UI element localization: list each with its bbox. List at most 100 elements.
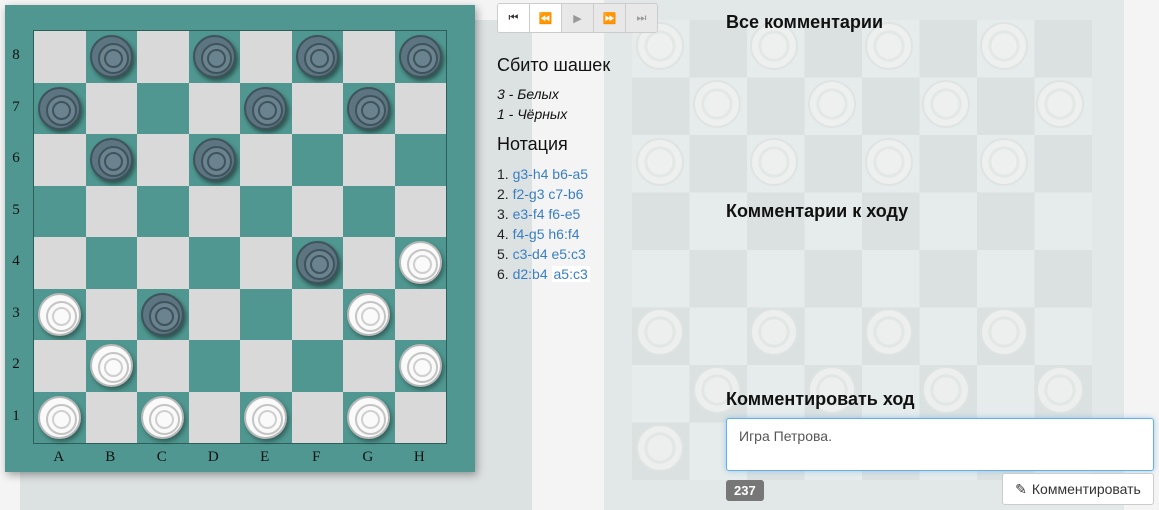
square-c1[interactable] bbox=[137, 391, 189, 443]
square-a8[interactable] bbox=[34, 31, 86, 83]
square-e1[interactable] bbox=[240, 391, 292, 443]
square-h5[interactable] bbox=[394, 185, 446, 237]
square-b3[interactable] bbox=[85, 288, 137, 340]
square-h6[interactable] bbox=[394, 134, 446, 186]
square-a2[interactable] bbox=[34, 340, 86, 392]
prev-move-button[interactable]: ⏪ bbox=[530, 4, 562, 32]
black-checker[interactable] bbox=[295, 35, 339, 78]
black-checker[interactable] bbox=[38, 86, 81, 130]
square-f2[interactable] bbox=[291, 340, 343, 392]
square-d4[interactable] bbox=[188, 237, 240, 289]
square-e7[interactable] bbox=[240, 82, 292, 134]
square-g8[interactable] bbox=[343, 31, 395, 83]
black-checker[interactable] bbox=[347, 86, 390, 130]
white-checker[interactable] bbox=[398, 344, 442, 387]
square-d8[interactable] bbox=[188, 31, 240, 83]
square-c3[interactable] bbox=[137, 288, 189, 340]
square-b6[interactable] bbox=[85, 134, 137, 186]
square-g6[interactable] bbox=[343, 134, 395, 186]
square-g2[interactable] bbox=[343, 340, 395, 392]
square-c5[interactable] bbox=[137, 185, 189, 237]
last-move-button[interactable]: ⏭ bbox=[626, 4, 657, 32]
square-a7[interactable] bbox=[34, 82, 86, 134]
move-white[interactable]: f4-g5 bbox=[513, 226, 545, 242]
square-a6[interactable] bbox=[34, 134, 86, 186]
square-e5[interactable] bbox=[240, 185, 292, 237]
white-checker[interactable] bbox=[38, 395, 81, 439]
square-e6[interactable] bbox=[240, 134, 292, 186]
square-f3[interactable] bbox=[291, 288, 343, 340]
move-black[interactable]: a5:c3 bbox=[551, 266, 590, 282]
white-checker[interactable] bbox=[398, 241, 442, 284]
white-checker[interactable] bbox=[89, 344, 133, 387]
checkers-board[interactable] bbox=[33, 30, 447, 444]
square-c7[interactable] bbox=[137, 82, 189, 134]
square-a5[interactable] bbox=[34, 185, 86, 237]
black-checker[interactable] bbox=[89, 35, 133, 78]
square-d7[interactable] bbox=[188, 82, 240, 134]
square-g3[interactable] bbox=[343, 288, 395, 340]
first-move-button[interactable]: ⏮ bbox=[498, 4, 530, 32]
move-black[interactable]: h6:f4 bbox=[548, 226, 579, 242]
black-checker[interactable] bbox=[192, 138, 236, 181]
square-a4[interactable] bbox=[34, 237, 86, 289]
square-h7[interactable] bbox=[394, 82, 446, 134]
move-black[interactable]: b6-a5 bbox=[552, 166, 588, 182]
move-white[interactable]: d2:b4 bbox=[513, 266, 548, 282]
square-f1[interactable] bbox=[291, 391, 343, 443]
square-a3[interactable] bbox=[34, 288, 86, 340]
square-c2[interactable] bbox=[137, 340, 189, 392]
move-white[interactable]: c3-d4 bbox=[513, 246, 548, 262]
square-h4[interactable] bbox=[394, 237, 446, 289]
square-b8[interactable] bbox=[85, 31, 137, 83]
square-f8[interactable] bbox=[291, 31, 343, 83]
move-white[interactable]: g3-h4 bbox=[513, 166, 549, 182]
black-checker[interactable] bbox=[141, 292, 184, 336]
white-checker[interactable] bbox=[244, 395, 287, 439]
square-d3[interactable] bbox=[188, 288, 240, 340]
square-c6[interactable] bbox=[137, 134, 189, 186]
square-b7[interactable] bbox=[85, 82, 137, 134]
black-checker[interactable] bbox=[244, 86, 287, 130]
square-f4[interactable] bbox=[291, 237, 343, 289]
white-checker[interactable] bbox=[347, 292, 390, 336]
comment-input[interactable] bbox=[726, 418, 1154, 471]
square-g7[interactable] bbox=[343, 82, 395, 134]
square-a1[interactable] bbox=[34, 391, 86, 443]
square-g4[interactable] bbox=[343, 237, 395, 289]
square-b5[interactable] bbox=[85, 185, 137, 237]
move-black[interactable]: e5:c3 bbox=[552, 246, 586, 262]
move-white[interactable]: f2-g3 bbox=[513, 186, 545, 202]
black-checker[interactable] bbox=[398, 35, 442, 78]
play-button[interactable]: ▶ bbox=[562, 4, 594, 32]
white-checker[interactable] bbox=[38, 292, 81, 336]
next-move-button[interactable]: ⏩ bbox=[594, 4, 626, 32]
white-checker[interactable] bbox=[141, 395, 184, 439]
square-c4[interactable] bbox=[137, 237, 189, 289]
square-f6[interactable] bbox=[291, 134, 343, 186]
comment-submit-button[interactable]: ✎ Комментировать bbox=[1002, 473, 1154, 505]
square-d2[interactable] bbox=[188, 340, 240, 392]
square-b4[interactable] bbox=[85, 237, 137, 289]
white-checker[interactable] bbox=[347, 395, 390, 439]
square-c8[interactable] bbox=[137, 31, 189, 83]
square-f5[interactable] bbox=[291, 185, 343, 237]
square-f7[interactable] bbox=[291, 82, 343, 134]
square-h1[interactable] bbox=[394, 391, 446, 443]
square-b1[interactable] bbox=[85, 391, 137, 443]
black-checker[interactable] bbox=[89, 138, 133, 181]
square-h2[interactable] bbox=[394, 340, 446, 392]
square-h8[interactable] bbox=[394, 31, 446, 83]
black-checker[interactable] bbox=[295, 241, 339, 284]
square-e8[interactable] bbox=[240, 31, 292, 83]
black-checker[interactable] bbox=[192, 35, 236, 78]
square-e2[interactable] bbox=[240, 340, 292, 392]
square-d1[interactable] bbox=[188, 391, 240, 443]
square-e3[interactable] bbox=[240, 288, 292, 340]
square-e4[interactable] bbox=[240, 237, 292, 289]
square-h3[interactable] bbox=[394, 288, 446, 340]
move-black[interactable]: f6-e5 bbox=[548, 206, 580, 222]
square-d5[interactable] bbox=[188, 185, 240, 237]
move-black[interactable]: c7-b6 bbox=[548, 186, 583, 202]
square-g1[interactable] bbox=[343, 391, 395, 443]
